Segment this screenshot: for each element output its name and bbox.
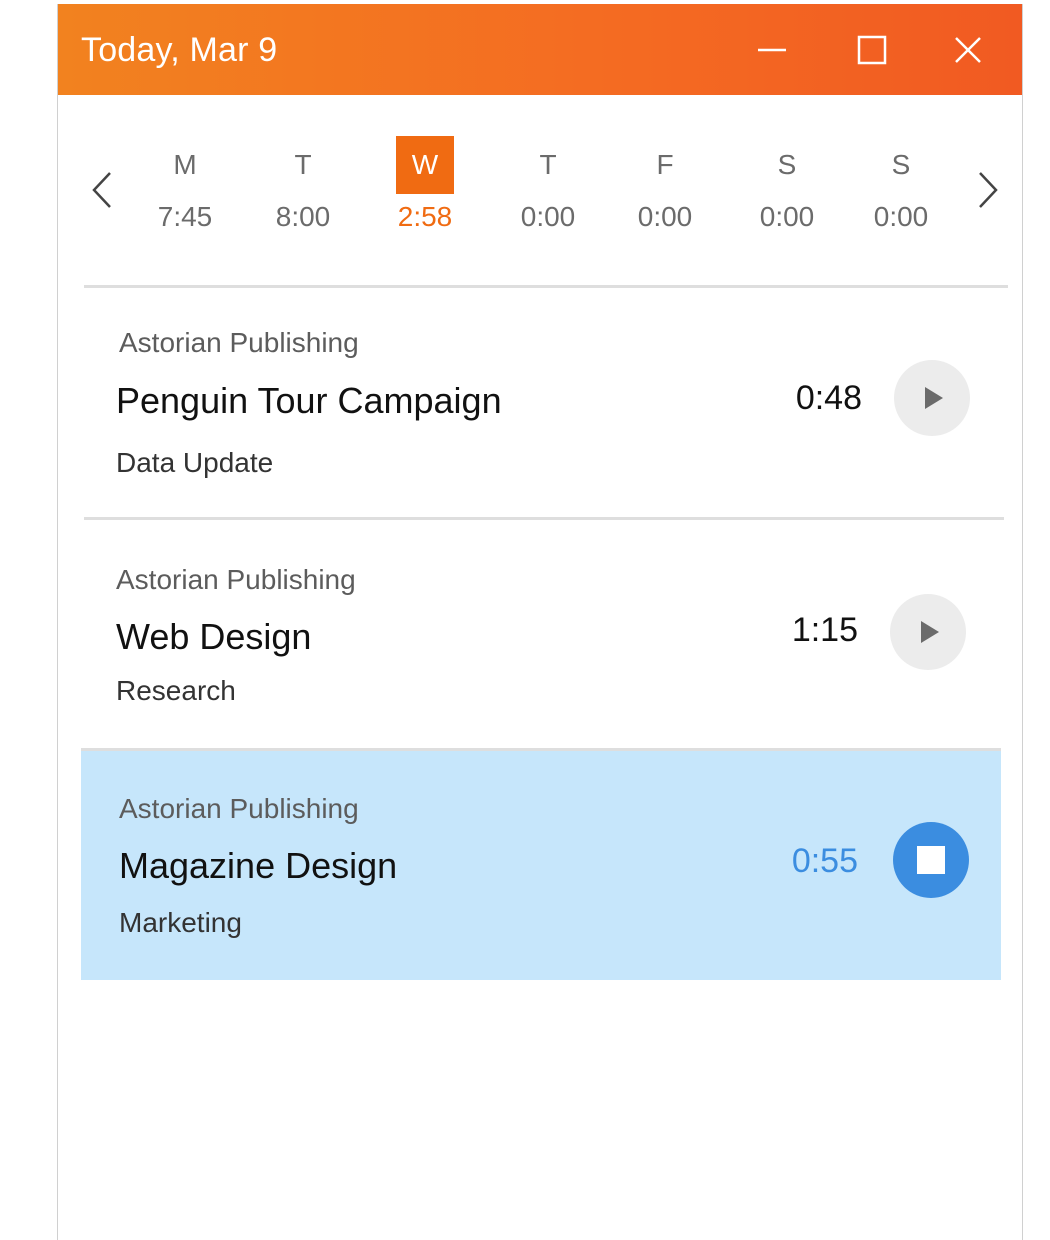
client-name: Astorian Publishing bbox=[116, 564, 356, 595]
play-icon bbox=[925, 387, 943, 409]
time-entry[interactable]: Astorian Publishing Penguin Tour Campaig… bbox=[84, 288, 1008, 518]
previous-week-button[interactable] bbox=[82, 165, 122, 215]
client-name: Astorian Publishing bbox=[119, 327, 359, 358]
day-total: 7:45 bbox=[157, 201, 213, 232]
play-icon bbox=[921, 621, 939, 643]
time-entry-running[interactable]: Astorian Publishing Magazine Design Mark… bbox=[81, 751, 1001, 980]
start-timer-button[interactable] bbox=[890, 594, 966, 670]
day-saturday[interactable]: S 0:00 bbox=[747, 136, 827, 256]
day-total: 0:00 bbox=[520, 201, 576, 232]
day-wednesday[interactable]: W 2:58 bbox=[385, 136, 465, 256]
day-sunday[interactable]: S 0:00 bbox=[861, 136, 941, 256]
day-letter: S bbox=[891, 149, 911, 180]
project-name: Magazine Design bbox=[119, 845, 398, 886]
app-window: Today, Mar 9 M 7:45 T 8:00 W 2:58 T 0:00… bbox=[57, 4, 1023, 1240]
task-name: Research bbox=[116, 675, 236, 706]
next-week-button[interactable] bbox=[968, 165, 1008, 215]
day-total: 0:00 bbox=[637, 201, 693, 232]
week-strip: M 7:45 T 8:00 W 2:58 T 0:00 F 0:00 S 0:0… bbox=[58, 95, 1022, 285]
entry-duration: 0:48 bbox=[795, 379, 862, 417]
minimize-button[interactable] bbox=[748, 24, 796, 76]
day-total-selected: 2:58 bbox=[397, 201, 453, 232]
stop-timer-button[interactable] bbox=[893, 822, 969, 898]
title-bar: Today, Mar 9 bbox=[58, 4, 1022, 95]
time-entry[interactable]: Astorian Publishing Web Design Research … bbox=[84, 520, 1004, 748]
stop-icon bbox=[917, 846, 945, 874]
close-button[interactable] bbox=[944, 24, 992, 76]
day-letter: F bbox=[656, 149, 674, 180]
day-monday[interactable]: M 7:45 bbox=[145, 136, 225, 256]
chevron-right-icon bbox=[979, 172, 998, 208]
day-total: 0:00 bbox=[759, 201, 815, 232]
day-letter: T bbox=[294, 149, 312, 180]
chevron-left-icon bbox=[92, 172, 111, 208]
day-letter: T bbox=[539, 149, 557, 180]
project-name: Penguin Tour Campaign bbox=[116, 380, 502, 421]
day-letter-selected: W bbox=[396, 136, 454, 194]
window-title: Today, Mar 9 bbox=[81, 31, 278, 69]
entry-duration: 0:55 bbox=[791, 842, 858, 880]
day-friday[interactable]: F 0:00 bbox=[625, 136, 705, 256]
task-name: Data Update bbox=[116, 447, 274, 478]
client-name: Astorian Publishing bbox=[119, 793, 359, 824]
day-thursday[interactable]: T 0:00 bbox=[508, 136, 588, 256]
task-name: Marketing bbox=[119, 907, 242, 938]
start-timer-button[interactable] bbox=[894, 360, 970, 436]
minimize-icon bbox=[758, 48, 786, 52]
day-tuesday[interactable]: T 8:00 bbox=[263, 136, 343, 256]
day-total: 8:00 bbox=[275, 201, 331, 232]
close-icon bbox=[955, 37, 981, 63]
maximize-button[interactable] bbox=[848, 24, 896, 76]
day-letter: M bbox=[173, 149, 197, 180]
day-letter: S bbox=[777, 149, 797, 180]
day-total: 0:00 bbox=[873, 201, 929, 232]
maximize-icon bbox=[857, 35, 887, 65]
project-name: Web Design bbox=[116, 616, 312, 657]
entry-duration: 1:15 bbox=[791, 611, 858, 649]
